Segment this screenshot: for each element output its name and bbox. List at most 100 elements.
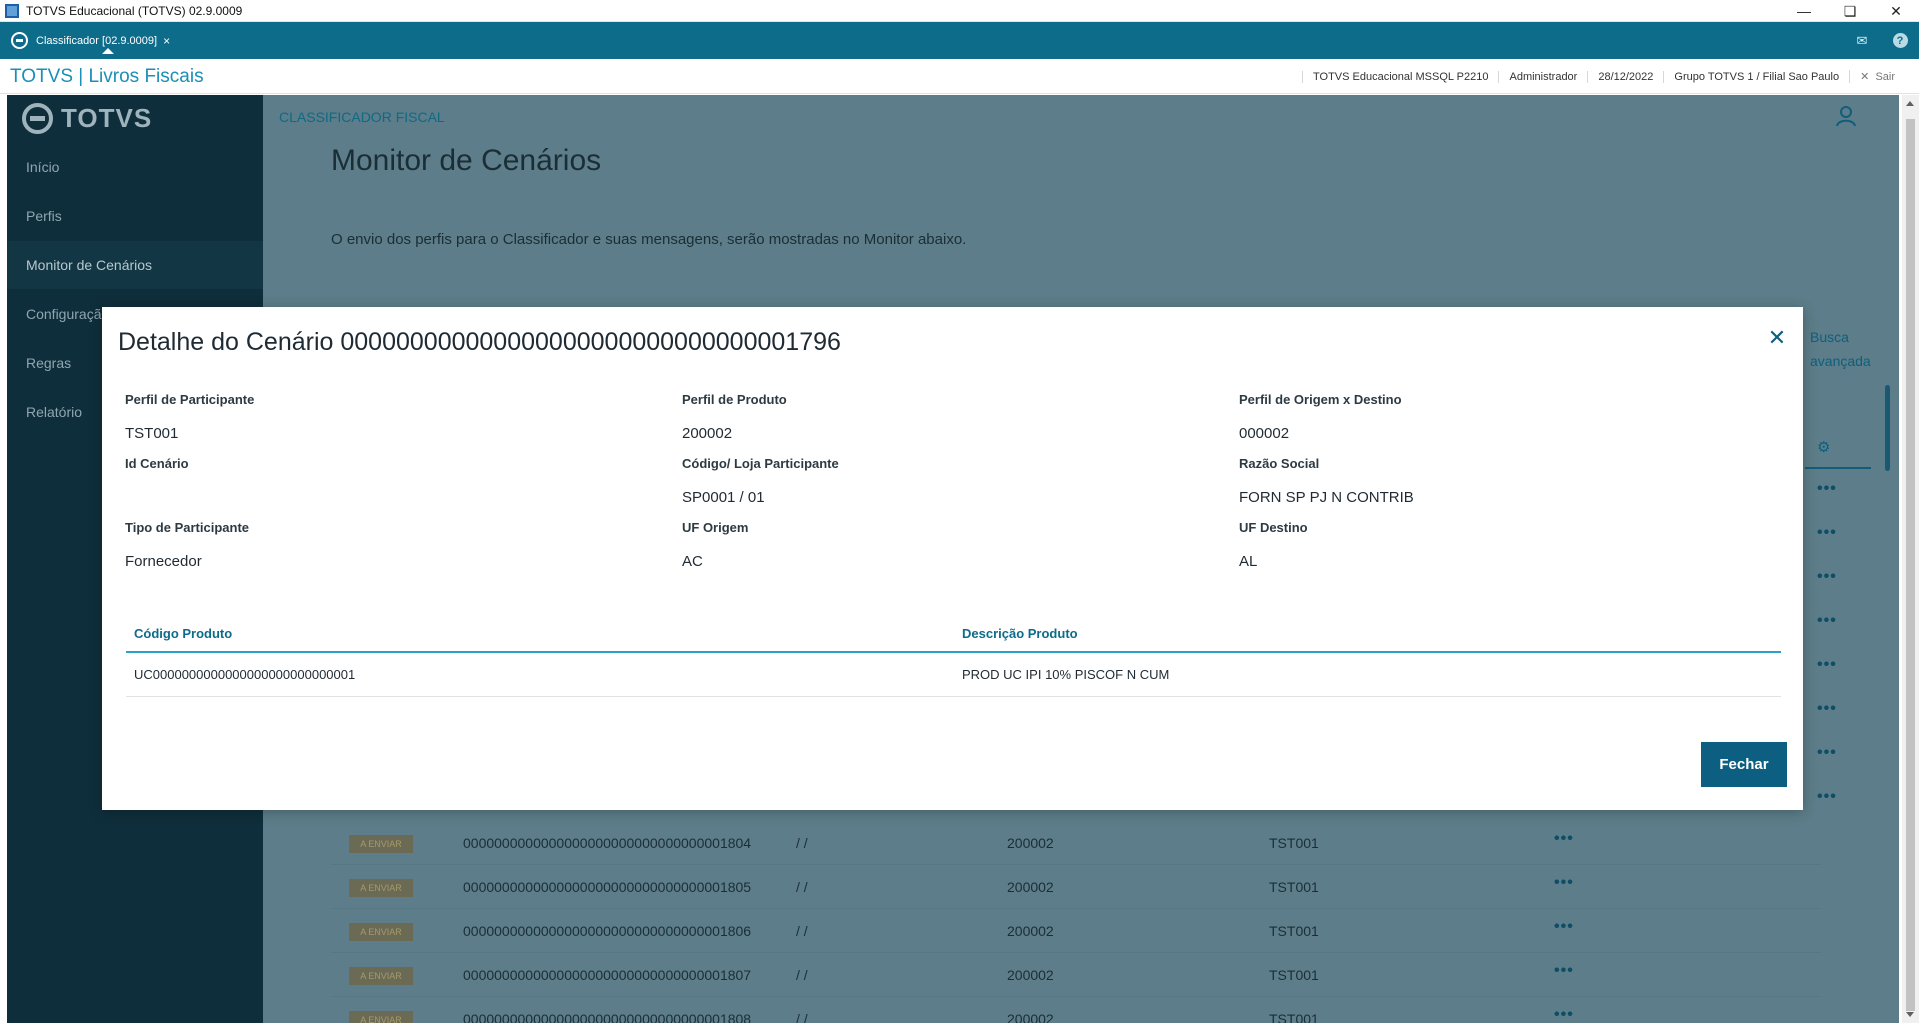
field-label: Perfil de Origem x Destino xyxy=(1239,392,1402,407)
product-profile: 200002 xyxy=(1007,967,1054,983)
header-info: TOTVS Educacional MSSQL P2210 Administra… xyxy=(1302,59,1905,94)
product-code-cell: UC0000000000000000000000000001 xyxy=(134,667,356,682)
scenario-detail-modal: Detalhe do Cenário 000000000000000000000… xyxy=(102,307,1803,810)
table-row[interactable]: A ENVIAR 0000000000000000000000000000000… xyxy=(331,821,1821,865)
mail-icon[interactable]: ✉ xyxy=(1843,33,1881,49)
field-value: AL xyxy=(1239,553,1258,570)
close-button[interactable]: Fechar xyxy=(1701,742,1787,787)
scroll-down-arrow-icon[interactable] xyxy=(1906,1012,1914,1017)
field-label: Id Cenário xyxy=(125,456,189,471)
environment-label: TOTVS Educacional MSSQL P2210 xyxy=(1302,70,1498,83)
row-more-icon[interactable]: ••• xyxy=(1817,568,1837,586)
field-id-cenario: Id Cenário xyxy=(125,456,189,507)
participant-profile: TST001 xyxy=(1269,879,1319,895)
field-label: Razão Social xyxy=(1239,456,1320,471)
field-value: 200002 xyxy=(682,425,733,442)
row-more-icon[interactable]: ••• xyxy=(1554,962,1574,980)
table-row[interactable]: UC0000000000000000000000000001 PROD UC I… xyxy=(126,653,1781,697)
field-value xyxy=(125,489,189,507)
help-icon[interactable]: ? xyxy=(1881,33,1919,48)
gear-icon[interactable]: ⚙ xyxy=(1817,438,1830,456)
status-badge: A ENVIAR xyxy=(349,923,413,941)
close-icon: ✕ xyxy=(1860,71,1870,83)
table-scrollbar-thumb[interactable] xyxy=(1885,385,1890,471)
row-more-icon[interactable]: ••• xyxy=(1817,744,1837,762)
product-profile: 200002 xyxy=(1007,923,1054,939)
participant-profile: TST001 xyxy=(1269,967,1319,983)
modal-title: Detalhe do Cenário 000000000000000000000… xyxy=(118,328,841,356)
tab-label: Classificador [02.9.0009] xyxy=(36,34,158,47)
user-label: Administrador xyxy=(1498,70,1587,83)
exit-button[interactable]: ✕ Sair xyxy=(1849,70,1905,83)
field-label: UF Destino xyxy=(1239,520,1308,535)
restore-button[interactable]: ❏ xyxy=(1827,0,1873,22)
totvs-logo-icon xyxy=(22,103,53,134)
row-more-icon[interactable]: ••• xyxy=(1817,480,1837,498)
row-date: / / xyxy=(796,879,808,895)
field-uf-destino: UF Destino AL xyxy=(1239,520,1308,571)
table-row[interactable]: A ENVIAR 0000000000000000000000000000000… xyxy=(331,997,1821,1023)
row-more-icon[interactable]: ••• xyxy=(1554,830,1574,848)
row-date: / / xyxy=(796,967,808,983)
company-branch-label: Grupo TOTVS 1 / Filial Sao Paulo xyxy=(1663,70,1849,83)
exit-label: Sair xyxy=(1875,71,1895,83)
tab-bar: Classificador [02.9.0009] × xyxy=(0,22,1919,59)
page-description: O envio dos perfis para o Classificador … xyxy=(331,231,967,248)
logo-text: TOTVS xyxy=(61,103,153,133)
scrollbar-thumb[interactable] xyxy=(1906,119,1915,1011)
row-more-icon[interactable]: ••• xyxy=(1554,874,1574,892)
row-more-icon[interactable]: ••• xyxy=(1554,918,1574,936)
sidebar-item-monitor-cenarios[interactable]: Monitor de Cenários xyxy=(7,241,263,289)
field-uf-origem: UF Origem AC xyxy=(682,520,748,571)
scenario-id: 0000000000000000000000000000000001804 xyxy=(463,835,752,851)
sidebar-item-perfis[interactable]: Perfis xyxy=(7,192,263,240)
row-more-icon[interactable]: ••• xyxy=(1817,524,1837,542)
column-header-descricao-produto[interactable]: Descrição Produto xyxy=(962,626,1078,641)
close-window-button[interactable]: ✕ xyxy=(1873,0,1919,22)
participant-profile: TST001 xyxy=(1269,923,1319,939)
status-badge: A ENVIAR xyxy=(349,1011,413,1023)
tab-close-icon[interactable]: × xyxy=(163,34,170,48)
row-more-icon[interactable]: ••• xyxy=(1817,700,1837,718)
product-profile: 200002 xyxy=(1007,1011,1054,1023)
row-more-icon[interactable]: ••• xyxy=(1817,788,1837,806)
table-row[interactable]: A ENVIAR 0000000000000000000000000000000… xyxy=(331,865,1821,909)
product-profile: 200002 xyxy=(1007,835,1054,851)
scenario-id: 0000000000000000000000000000000001805 xyxy=(463,879,752,895)
field-label: UF Origem xyxy=(682,520,749,535)
status-badge: A ENVIAR xyxy=(349,967,413,985)
left-frame xyxy=(0,95,7,1023)
window-scrollbar[interactable] xyxy=(1902,95,1919,1023)
table-row[interactable]: A ENVIAR 0000000000000000000000000000000… xyxy=(331,953,1821,997)
window-controls: — ❏ ✕ xyxy=(1781,0,1919,22)
product-description-cell: PROD UC IPI 10% PISCOF N CUM xyxy=(962,667,1170,682)
table-row[interactable]: A ENVIAR 0000000000000000000000000000000… xyxy=(331,909,1821,953)
field-label: Perfil de Participante xyxy=(125,392,255,407)
row-more-icon[interactable]: ••• xyxy=(1817,612,1837,630)
row-more-icon[interactable]: ••• xyxy=(1554,1006,1574,1023)
participant-profile: TST001 xyxy=(1269,835,1319,851)
advanced-search-link[interactable]: Busca avançada xyxy=(1810,325,1890,373)
scenario-id: 0000000000000000000000000000000001807 xyxy=(463,967,752,983)
table-header: Código Produto Descrição Produto xyxy=(126,617,1781,653)
column-header-codigo-produto[interactable]: Código Produto xyxy=(134,626,232,641)
window-title-bar: TOTVS Educacional (TOTVS) 02.9.0009 — ❏ … xyxy=(0,0,1919,22)
participant-profile: TST001 xyxy=(1269,1011,1319,1023)
app-window-icon xyxy=(5,3,19,18)
modal-close-icon[interactable]: ✕ xyxy=(1767,327,1787,349)
minimize-button[interactable]: — xyxy=(1781,0,1827,22)
totvs-home-icon[interactable] xyxy=(11,32,28,49)
tab-bar-actions: ✉ ? xyxy=(1843,22,1919,59)
sidebar-item-inicio[interactable]: Início xyxy=(7,143,263,191)
user-icon[interactable] xyxy=(1835,105,1857,127)
app-title: TOTVS | Livros Fiscais xyxy=(10,66,204,87)
field-razao-social: Razão Social FORN SP PJ N CONTRIB xyxy=(1239,456,1414,507)
field-value: Fornecedor xyxy=(125,553,202,570)
breadcrumb[interactable]: CLASSIFICADOR FISCAL xyxy=(279,109,445,125)
scenario-id: 0000000000000000000000000000000001808 xyxy=(463,1011,752,1023)
row-more-icon[interactable]: ••• xyxy=(1817,656,1837,674)
window-title: TOTVS Educacional (TOTVS) 02.9.0009 xyxy=(26,3,243,18)
field-value: AC xyxy=(682,553,703,570)
scroll-up-arrow-icon[interactable] xyxy=(1906,101,1914,106)
row-date: / / xyxy=(796,1011,808,1023)
